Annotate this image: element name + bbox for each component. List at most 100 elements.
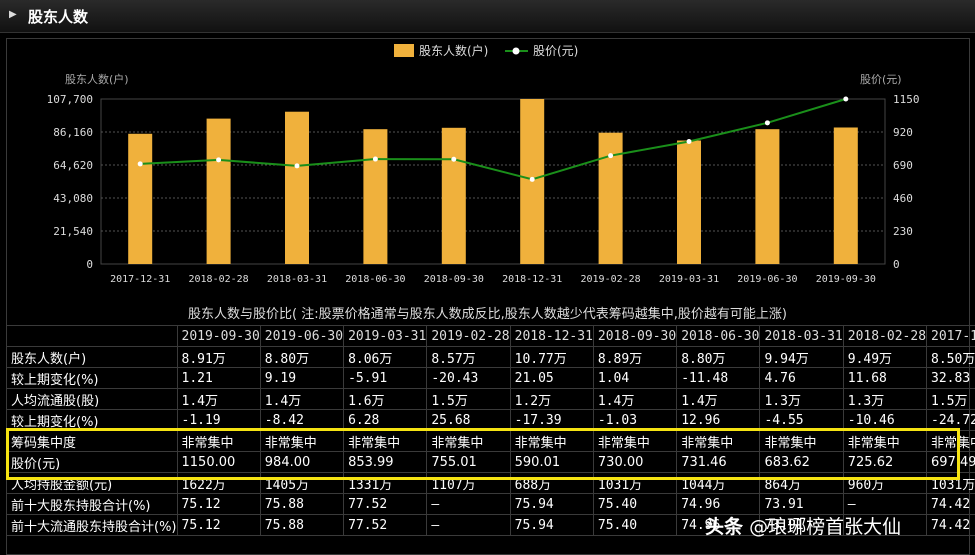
column-header: 2019-03-31	[343, 325, 428, 347]
watermark: 头条 @琅琊榜首张大仙	[705, 512, 901, 539]
price-point	[372, 156, 378, 162]
table-cell: 75.12	[176, 514, 261, 536]
price-point	[608, 153, 614, 159]
table-cell: 75.40	[592, 493, 678, 515]
table-cell: 75.12	[176, 493, 261, 515]
table-cell: 1.5万	[426, 388, 511, 410]
column-header: 2018-02-28	[842, 325, 928, 347]
table-cell: 1.04	[592, 367, 678, 389]
row-label: 较上期变化(%)	[6, 367, 178, 389]
column-header: 2017-12-31	[926, 325, 975, 347]
table-cell: 75.94	[509, 493, 594, 515]
price-point	[216, 157, 222, 163]
bar	[833, 127, 858, 264]
table-cell: 8.06万	[343, 346, 428, 368]
x-tick-label: 2018-12-31	[502, 274, 562, 285]
y-tick-label: 107,700	[47, 93, 93, 106]
table-cell: 77.52	[343, 493, 428, 515]
y2-axis-label: 股价(元)	[860, 73, 902, 86]
table-cell: 9.94万	[759, 346, 844, 368]
column-header: 2019-09-30	[176, 325, 261, 347]
y-tick-label: 86,160	[53, 126, 93, 139]
table-cell: -11.48	[676, 367, 761, 389]
y-tick-label: 0	[86, 258, 93, 271]
table-cell: 1.4万	[176, 388, 261, 410]
legend-line-marker	[512, 47, 520, 55]
table-cell: 8.50万	[926, 346, 975, 368]
table-cell: 75.88	[259, 493, 345, 515]
table-cell: 10.77万	[509, 346, 594, 368]
table-cell: 9.49万	[842, 346, 928, 368]
column-header: 2018-09-30	[592, 325, 678, 347]
legend-line-label: 股价(元)	[533, 44, 578, 58]
table-corner	[6, 325, 178, 347]
table-cell: 75.94	[509, 514, 594, 536]
row-label: 人均流通股(股)	[6, 388, 178, 410]
table-cell: 1.4万	[259, 388, 345, 410]
table-cell: 74.42	[926, 514, 975, 536]
y-tick-label: 64,620	[53, 159, 93, 172]
y2-tick-label: 0	[893, 258, 900, 271]
table-cell: 1.3万	[759, 388, 844, 410]
table-cell: 1.3万	[842, 388, 928, 410]
bar	[598, 132, 623, 264]
table-cell: 8.57万	[426, 346, 511, 368]
shareholder-chart: 0 0 21,540 230 43,080 460 64,620 690 86,160 920 10…	[47, 43, 920, 285]
table-cell: 4.76	[759, 367, 844, 389]
table-cell: 1.6万	[343, 388, 428, 410]
column-header: 2018-12-31	[509, 325, 594, 347]
table-cell: 1.4万	[676, 388, 761, 410]
price-point	[137, 161, 143, 167]
x-tick-label: 2018-09-30	[424, 274, 484, 285]
y2-tick-label: 230	[893, 225, 913, 238]
y2-tick-label: 690	[893, 159, 913, 172]
y-axis-label: 股东人数(户)	[65, 72, 129, 86]
y-tick-label: 43,080	[53, 192, 93, 205]
table-row: 人均流通股(股) 1.4万 1.4万 1.6万 1.5万 1.2万 1.4万 1.4万 1.3万…	[6, 388, 975, 410]
y2-tick-label: 460	[893, 192, 913, 205]
price-point	[843, 96, 849, 102]
column-header: 2018-06-30	[676, 325, 761, 347]
table-cell: 8.89万	[592, 346, 678, 368]
table-cell: 1.5万	[926, 388, 975, 410]
y2-tick-label: 920	[893, 126, 913, 139]
row-label: 股东人数(户)	[6, 346, 178, 368]
price-line	[140, 98, 847, 181]
table-cell: 8.80万	[259, 346, 345, 368]
table-cell: 1.21	[176, 367, 261, 389]
x-tick-label: 2019-09-30	[816, 274, 876, 285]
bar	[363, 129, 388, 264]
bar	[285, 111, 309, 264]
table-cell: 75.88	[259, 514, 345, 536]
table-header-row: 2019-09-30 2019-06-30 2019-03-31 2019-02-28…	[6, 325, 975, 347]
table-cell: —	[426, 514, 511, 536]
table-row: 较上期变化(%) 1.21 9.19 -5.91 -20.43 21.05 1.04 -11.…	[6, 367, 975, 389]
table-cell: 74.42	[926, 493, 975, 515]
x-tick-label: 2017-12-31	[110, 274, 170, 285]
watermark-text: @琅琊榜首张大仙	[749, 516, 902, 538]
bar	[206, 118, 231, 264]
table-cell: 75.40	[592, 514, 678, 536]
price-point	[764, 120, 770, 126]
table-row: 股东人数(户) 8.91万 8.80万 8.06万 8.57万 10.77万 8.89万 8.…	[6, 346, 975, 368]
bar	[128, 133, 153, 264]
row-label: 前十大流通股东持股合计(%)	[6, 514, 178, 536]
price-point	[529, 176, 535, 182]
table-cell: -20.43	[426, 367, 511, 389]
x-tick-label: 2019-02-28	[580, 274, 640, 285]
y-tick-label: 21,540	[53, 225, 93, 238]
bar	[441, 127, 466, 264]
table-cell: -5.91	[343, 367, 428, 389]
x-tick-label: 2018-02-28	[188, 274, 248, 285]
row-label: 前十大股东持股合计(%)	[6, 493, 178, 515]
highlight-box	[6, 428, 960, 480]
y2-tick-label: 1150	[893, 93, 920, 106]
table-cell: 32.83	[926, 367, 975, 389]
table-cell: 1.2万	[509, 388, 594, 410]
table-cell: 9.19	[259, 367, 345, 389]
x-tick-label: 2018-06-30	[345, 274, 405, 285]
table-cell: 8.91万	[176, 346, 261, 368]
column-header: 2018-03-31	[759, 325, 844, 347]
table-cell: 77.52	[343, 514, 428, 536]
price-point	[686, 138, 692, 144]
